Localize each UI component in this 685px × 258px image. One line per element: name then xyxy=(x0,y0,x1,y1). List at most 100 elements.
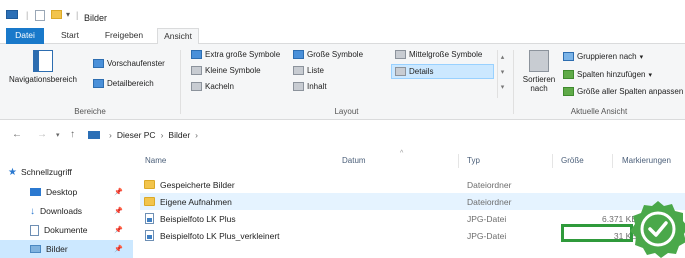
image-file-icon xyxy=(145,230,154,241)
sidebar-item-dokumente[interactable]: Dokumente 📌 xyxy=(0,221,133,239)
navigation-pane-button[interactable]: Navigationsbereich xyxy=(8,50,78,84)
sidebar-item-bilder[interactable]: Bilder 📌 xyxy=(0,240,133,258)
group-label-bereiche: Bereiche xyxy=(74,107,106,116)
breadcrumb[interactable]: › Dieser PC › Bilder › xyxy=(88,127,203,143)
layout-medium-icons[interactable]: Mittelgroße Symbole xyxy=(395,50,482,59)
tab-datei[interactable]: Datei xyxy=(6,28,44,44)
sidebar-item-label: Bilder xyxy=(46,244,68,254)
preview-pane-label: Vorschaufenster xyxy=(107,59,165,68)
file-name: Eigene Aufnahmen xyxy=(160,196,232,207)
add-columns-button[interactable]: Spalten hinzufügen ▾ xyxy=(563,70,652,79)
layout-medium-label: Mittelgroße Symbole xyxy=(409,50,483,59)
file-type: JPG-Datei xyxy=(467,230,507,241)
tab-start[interactable]: Start xyxy=(54,28,86,44)
preview-pane-button[interactable]: Vorschaufenster xyxy=(93,59,165,68)
layout-small-icons[interactable]: Kleine Symbole xyxy=(191,66,261,75)
small-icons-icon xyxy=(191,66,202,75)
extra-large-icons-icon xyxy=(191,50,202,59)
group-by-icon xyxy=(563,52,574,61)
download-arrow-icon: ↓ xyxy=(30,205,35,217)
details-icon xyxy=(395,67,406,76)
column-header-size[interactable]: Größe xyxy=(561,156,584,165)
column-header-tags[interactable]: Markierungen xyxy=(622,156,671,165)
window-title: Bilder xyxy=(84,13,108,23)
sidebar-item-desktop[interactable]: Desktop 📌 xyxy=(0,183,133,201)
layout-extra-large-label: Extra große Symbole xyxy=(205,50,281,59)
separator: | xyxy=(26,10,29,20)
preview-pane-icon xyxy=(93,59,104,68)
check-badge-icon xyxy=(630,201,685,258)
list-item[interactable]: Gespeicherte Bilder Dateiordner xyxy=(140,176,685,193)
column-header-type[interactable]: Typ xyxy=(467,156,480,165)
column-header-name[interactable]: Name xyxy=(145,156,166,165)
file-type: Dateiordner xyxy=(467,179,512,190)
tab-ansicht[interactable]: Ansicht xyxy=(157,28,199,45)
sidebar-item-schnellzugriff[interactable]: ★ Schnellzugriff xyxy=(0,163,133,181)
image-file-icon xyxy=(145,213,154,224)
layout-details-label: Details xyxy=(409,67,434,76)
pin-icon[interactable]: 📌 xyxy=(114,226,123,234)
layout-list[interactable]: Liste xyxy=(293,66,324,75)
title-bar: | ▾ | Bilder xyxy=(0,0,685,28)
layout-content-label: Inhalt xyxy=(307,82,327,91)
address-bar-row: ← → ▾ ↑ › Dieser PC › Bilder › xyxy=(0,120,685,148)
layout-list-label: Liste xyxy=(307,66,324,75)
layout-tiles[interactable]: Kacheln xyxy=(191,82,234,91)
layout-large-label: Große Symbole xyxy=(307,50,364,59)
desktop-icon xyxy=(30,188,41,196)
layout-extra-large-icons[interactable]: Extra große Symbole xyxy=(191,50,280,59)
column-header-date[interactable]: Datum xyxy=(342,156,366,165)
navigation-pane-label: Navigationsbereich xyxy=(8,75,78,84)
breadcrumb-separator: › xyxy=(195,130,198,140)
quick-access-dropdown-icon[interactable]: ▾ xyxy=(66,10,70,19)
tab-freigeben[interactable]: Freigeben xyxy=(100,28,148,44)
sidebar-item-downloads[interactable]: ↓ Downloads 📌 xyxy=(0,202,133,220)
layout-scroll-arrows[interactable]: ▴ ▾ ▾ xyxy=(497,50,507,98)
forward-arrow-icon[interactable]: → xyxy=(37,129,47,140)
column-separator[interactable] xyxy=(612,154,613,168)
recent-locations-icon[interactable]: ▾ xyxy=(56,131,60,139)
group-separator xyxy=(513,50,514,114)
sidebar-item-label: Dokumente xyxy=(44,225,88,235)
folder-icon xyxy=(144,197,155,206)
pin-icon[interactable]: 📌 xyxy=(114,188,123,196)
new-folder-icon[interactable] xyxy=(51,10,62,19)
details-pane-icon xyxy=(93,79,104,88)
file-type: Dateiordner xyxy=(467,196,512,207)
layout-large-icons[interactable]: Große Symbole xyxy=(293,50,363,59)
breadcrumb-this-pc[interactable]: Dieser PC xyxy=(117,130,156,140)
breadcrumb-separator: › xyxy=(109,130,112,140)
group-label-current-view: Aktuelle Ansicht xyxy=(570,107,628,116)
add-columns-label: Spalten hinzufügen xyxy=(577,70,646,79)
tiles-icon xyxy=(191,82,202,91)
layout-details[interactable]: Details xyxy=(391,64,494,79)
large-icons-icon xyxy=(293,50,304,59)
navigation-pane-icon xyxy=(33,50,53,72)
column-separator[interactable] xyxy=(458,154,459,168)
group-by-button[interactable]: Gruppieren nach ▾ xyxy=(563,52,643,61)
breadcrumb-separator: › xyxy=(160,130,164,140)
pin-icon[interactable]: 📌 xyxy=(114,245,123,253)
group-by-label: Gruppieren nach xyxy=(577,52,637,61)
file-name: Beispielfoto LK Plus xyxy=(160,213,236,224)
sort-indicator-icon: ^ xyxy=(400,150,404,157)
properties-icon[interactable] xyxy=(35,10,45,21)
details-pane-button[interactable]: Detailbereich xyxy=(93,79,154,88)
size-all-columns-button[interactable]: Größe aller Spalten anpassen xyxy=(563,87,683,96)
back-arrow-icon[interactable]: ← xyxy=(12,129,22,140)
pin-icon[interactable]: 📌 xyxy=(114,207,123,215)
group-separator xyxy=(180,50,181,114)
file-name: Beispielfoto LK Plus_verkleinert xyxy=(160,230,280,241)
medium-icons-icon xyxy=(395,50,406,59)
this-pc-icon xyxy=(88,131,100,139)
list-icon xyxy=(293,66,304,75)
folder-icon xyxy=(144,180,155,189)
sort-by-button[interactable]: Sortieren nach xyxy=(520,50,558,93)
list-item[interactable]: Eigene Aufnahmen Dateiordner xyxy=(140,193,685,210)
column-separator[interactable] xyxy=(552,154,553,168)
layout-content[interactable]: Inhalt xyxy=(293,82,327,91)
up-arrow-icon[interactable]: ↑ xyxy=(70,129,75,140)
content-icon xyxy=(293,82,304,91)
sort-icon xyxy=(529,50,549,72)
breadcrumb-bilder[interactable]: Bilder xyxy=(168,130,190,140)
